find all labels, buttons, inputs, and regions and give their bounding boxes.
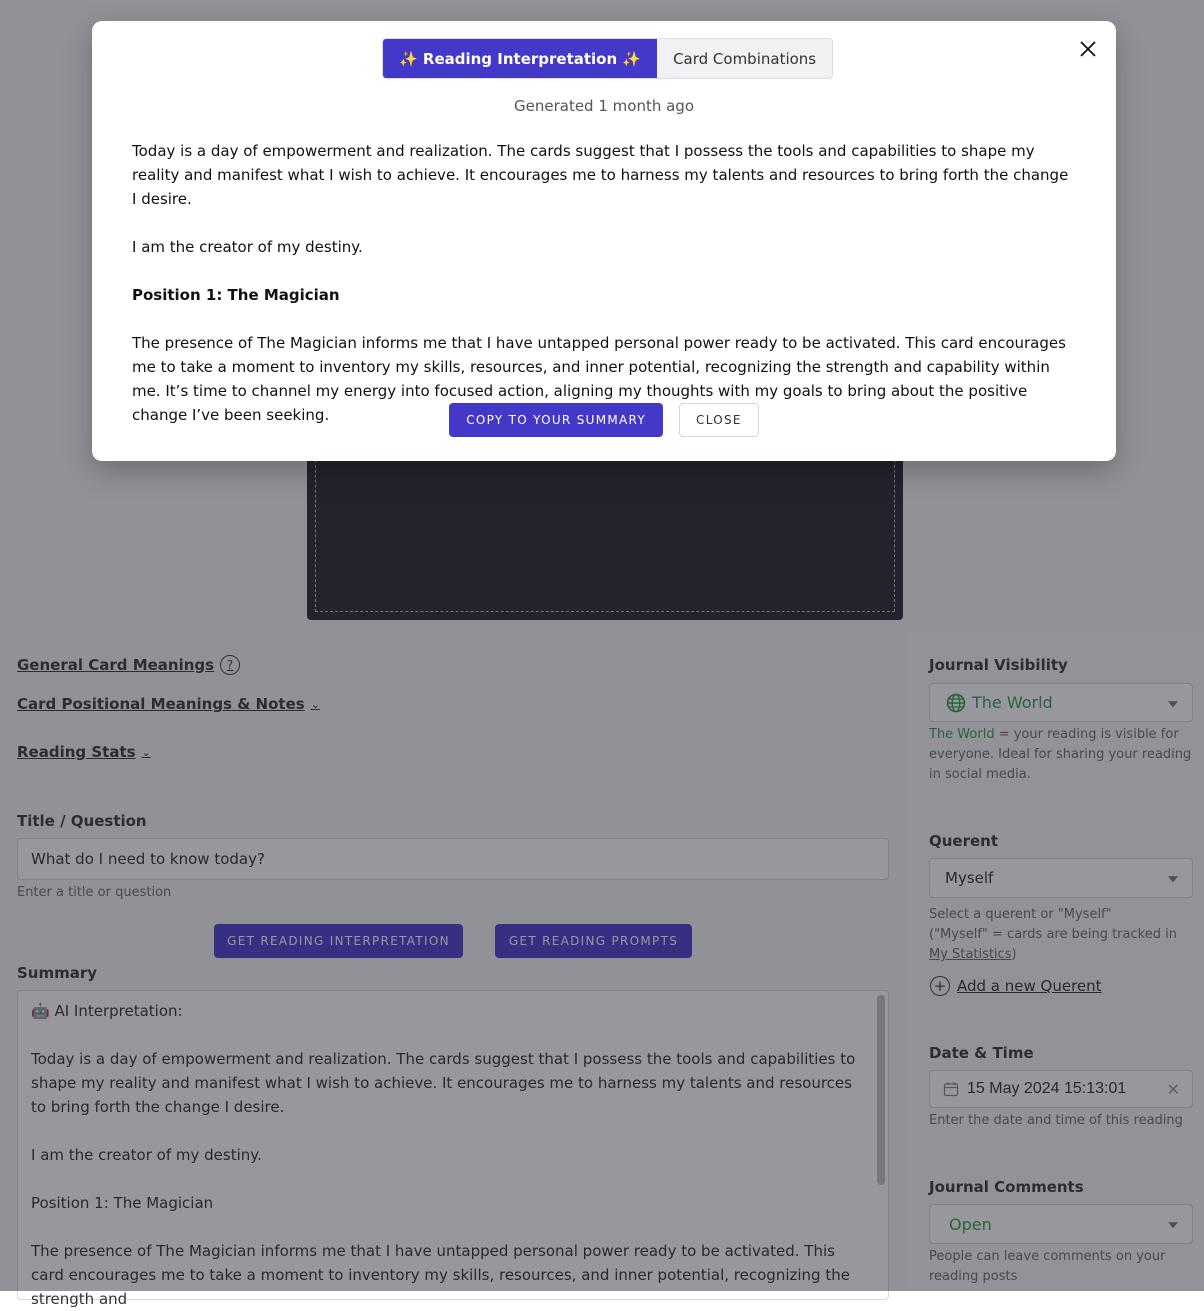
generated-timestamp: Generated 1 month ago	[514, 97, 694, 115]
copy-to-summary-button[interactable]: COPY TO YOUR SUMMARY	[449, 403, 664, 437]
interpretation-paragraph: Today is a day of empowerment and realiz…	[132, 142, 1069, 208]
interpretation-modal: ✨ Reading Interpretation ✨ Card Combinat…	[92, 21, 1116, 461]
close-button[interactable]: CLOSE	[679, 403, 759, 437]
close-icon[interactable]	[1078, 39, 1098, 59]
modal-tabs: ✨ Reading Interpretation ✨ Card Combinat…	[382, 38, 834, 79]
tab-reading-interpretation[interactable]: ✨ Reading Interpretation ✨	[383, 39, 658, 78]
interpretation-paragraph: I am the creator of my destiny.	[132, 238, 363, 256]
modal-actions: COPY TO YOUR SUMMARY CLOSE	[92, 403, 1116, 437]
position-heading: Position 1: The Magician	[132, 286, 340, 304]
tab-card-combinations[interactable]: Card Combinations	[657, 39, 833, 78]
